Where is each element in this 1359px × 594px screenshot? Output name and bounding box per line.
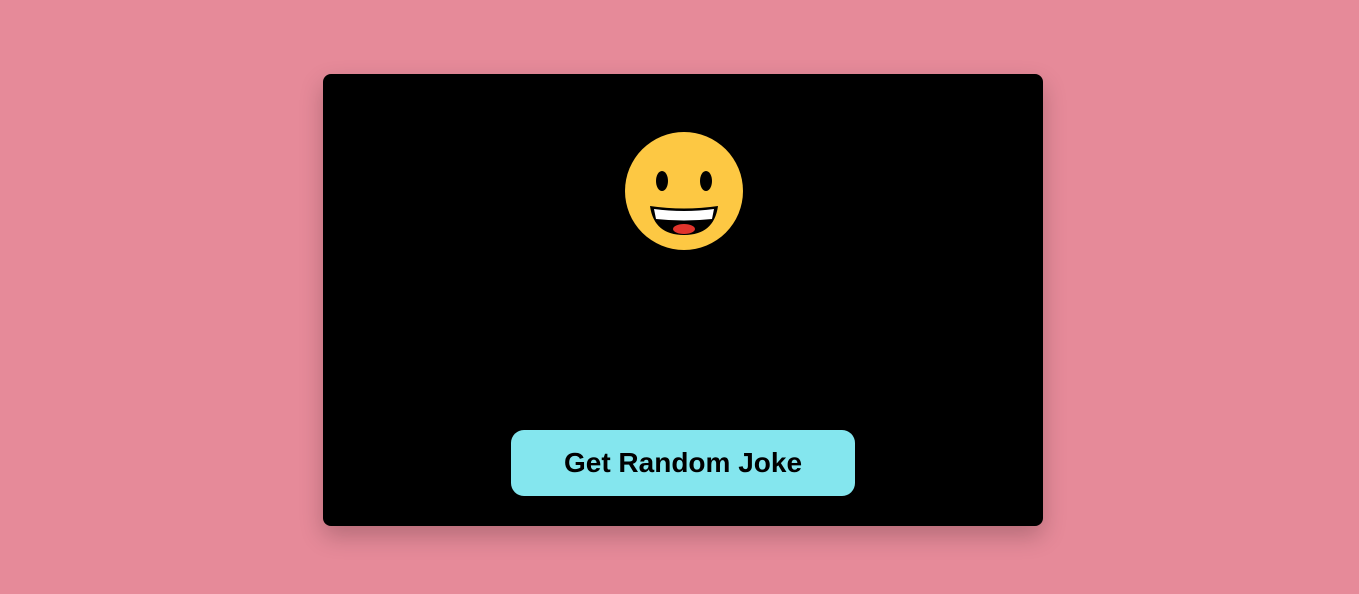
grinning-face-icon	[624, 131, 744, 251]
get-random-joke-button[interactable]: Get Random Joke	[511, 430, 855, 496]
joke-card: Get Random Joke	[323, 74, 1043, 526]
